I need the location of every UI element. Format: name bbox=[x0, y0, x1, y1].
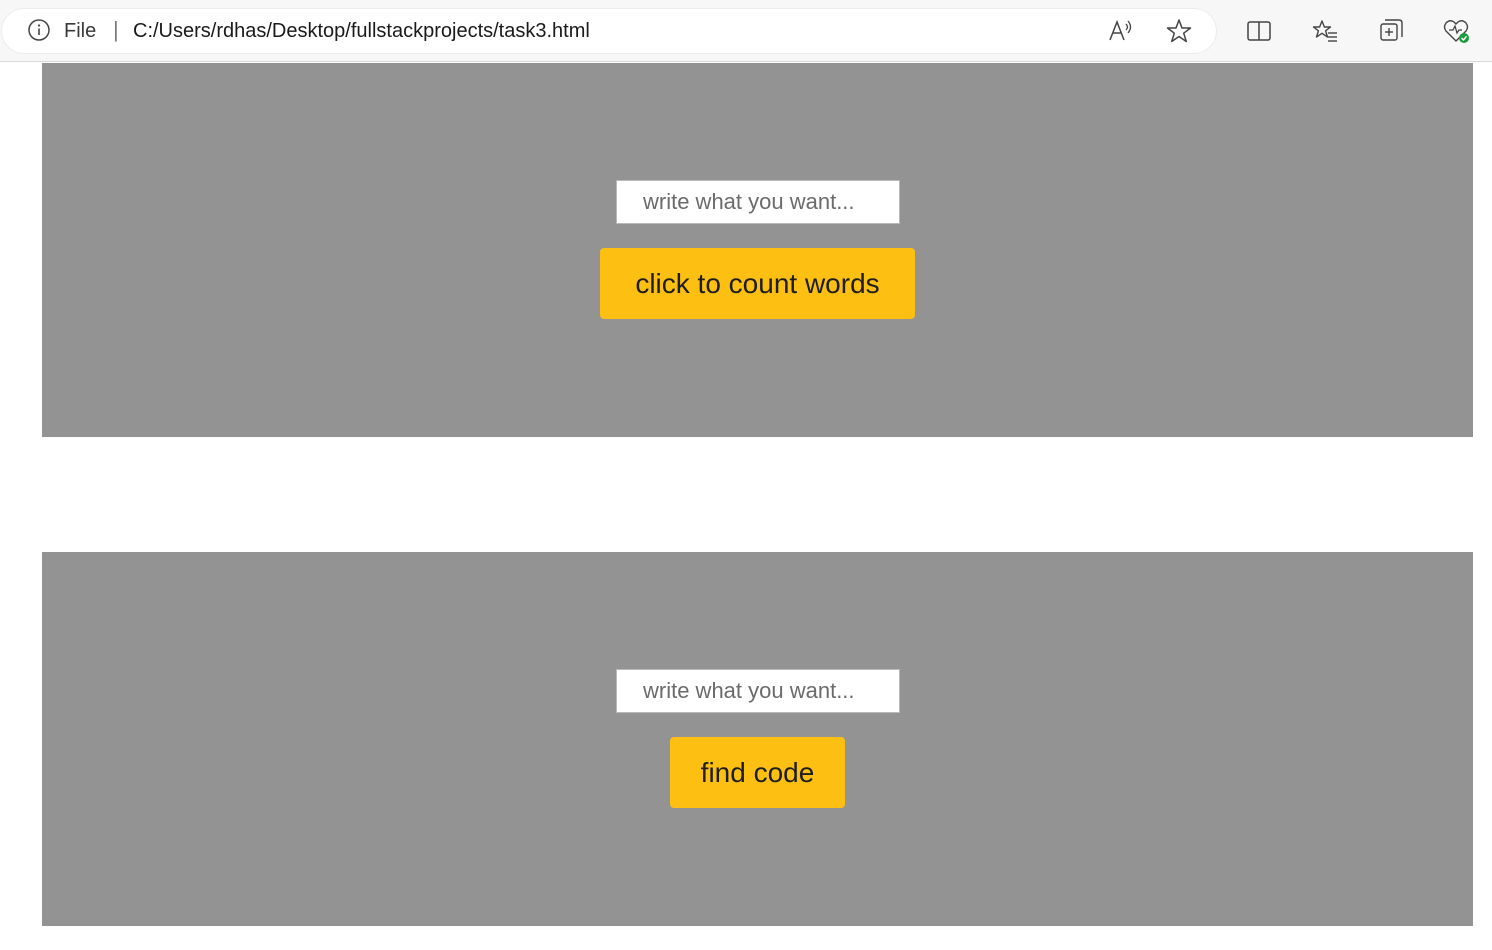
favorites-icon[interactable] bbox=[1311, 17, 1339, 45]
read-aloud-icon[interactable] bbox=[1106, 17, 1134, 45]
address-separator: | bbox=[113, 17, 119, 42]
info-icon[interactable] bbox=[28, 19, 50, 41]
count-words-button[interactable]: click to count words bbox=[600, 248, 915, 319]
word-count-input[interactable] bbox=[616, 180, 900, 224]
find-code-button[interactable]: find code bbox=[670, 737, 845, 808]
collections-icon[interactable] bbox=[1377, 17, 1405, 45]
split-screen-icon[interactable] bbox=[1245, 17, 1273, 45]
browser-essentials-icon[interactable] bbox=[1443, 17, 1471, 45]
find-code-input[interactable] bbox=[616, 669, 900, 713]
file-scheme-label: File bbox=[64, 20, 97, 42]
favorite-star-icon[interactable] bbox=[1165, 17, 1193, 45]
url-text[interactable]: C:/Users/rdhas/Desktop/fullstackprojects… bbox=[133, 19, 590, 43]
browser-toolbar: File | C:/Users/rdhas/Desktop/fullstackp… bbox=[0, 0, 1492, 62]
word-count-panel: click to count words bbox=[42, 63, 1473, 437]
address-bar[interactable]: File | C:/Users/rdhas/Desktop/fullstackp… bbox=[2, 9, 1216, 53]
find-code-panel: find code bbox=[42, 552, 1473, 926]
